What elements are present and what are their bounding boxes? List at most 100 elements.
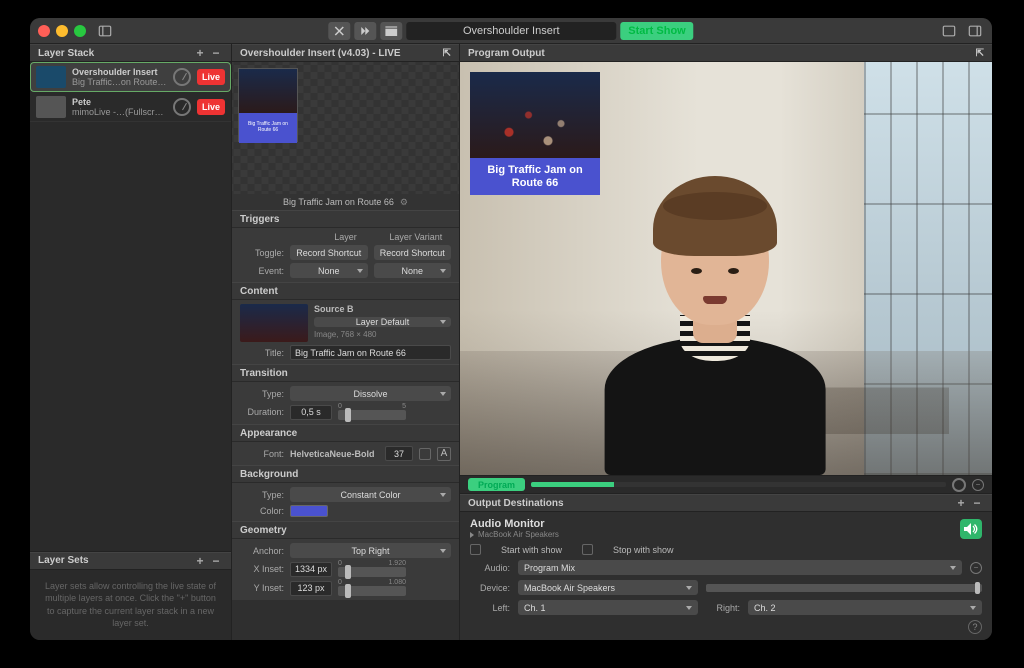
content-source-size: Image, 768 × 480 (314, 330, 451, 339)
layout-icon-a[interactable] (940, 22, 958, 40)
inspector-title: Overshoulder Insert (v4.03) - LIVE (240, 48, 401, 59)
trigger-event-layer-select[interactable]: None (290, 263, 368, 278)
program-mix-badge[interactable]: Program (468, 478, 525, 491)
background-color-label: Color: (240, 506, 284, 516)
transition-type-select[interactable]: Dissolve (290, 386, 451, 401)
output-destinations-header: Output Destinations + − (460, 494, 992, 512)
geometry-xinset-input[interactable]: 1334 px (290, 562, 332, 577)
appearance-font-checkbox[interactable] (419, 448, 431, 460)
output-add-button[interactable]: + (954, 496, 968, 510)
layer-set-remove-button[interactable]: − (209, 554, 223, 568)
output-remove-button[interactable]: − (970, 496, 984, 510)
live-toggle-button[interactable]: Live (197, 99, 225, 115)
geometry-yinset-input[interactable]: 123 px (290, 581, 332, 596)
layer-item-overshoulder[interactable]: Overshoulder Insert Big Traffic…on Route… (30, 62, 231, 92)
geometry-anchor-select[interactable]: Top Right (290, 543, 451, 558)
yinset-slider-max: 1.080 (388, 579, 406, 586)
yinset-slider-min: 0 (338, 579, 342, 586)
popout-icon[interactable]: ⇱ (443, 48, 451, 59)
start-with-show-label: Start with show (501, 545, 562, 555)
audio-mute-button[interactable]: − (970, 562, 982, 574)
play-button[interactable] (354, 22, 376, 40)
content-section-header: Content (232, 282, 459, 300)
audio-mix-select[interactable]: Program Mix (518, 560, 962, 575)
layer-item-pete[interactable]: Pete mimoLive -…(Fullscreen) Live (30, 92, 231, 122)
close-window-button[interactable] (38, 25, 50, 37)
transition-duration-slider[interactable] (338, 410, 406, 420)
duration-slider-max: 5 (402, 403, 406, 410)
program-audio-bar: Program − (460, 475, 992, 493)
font-picker-button[interactable]: A (437, 447, 451, 461)
titlebar: Overshoulder Insert Start Show (30, 18, 992, 44)
audio-monitor-subtitle[interactable]: MacBook Air Speakers (470, 530, 559, 539)
visibility-toggle-icon[interactable] (173, 68, 191, 86)
trigger-toggle-variant-button[interactable]: Record Shortcut (374, 245, 452, 260)
overshoulder-insert-box: Big Traffic Jam on Route 66 (470, 72, 600, 195)
xinset-slider-min: 0 (338, 560, 342, 567)
layer-title: Pete (72, 97, 167, 107)
content-source-select[interactable]: Layer Default (314, 317, 451, 327)
xinset-slider-max: 1.920 (388, 560, 406, 567)
layout-icon-b[interactable] (966, 22, 984, 40)
background-type-select[interactable]: Constant Color (290, 487, 451, 502)
audio-label: Audio: (470, 563, 510, 573)
start-show-button[interactable]: Start Show (620, 22, 693, 40)
layer-subtitle: mimoLive -…(Fullscreen) (72, 107, 167, 117)
clapper-icon[interactable] (380, 22, 402, 40)
channel-right-label: Right: (706, 603, 740, 613)
inspector-header: Overshoulder Insert (v4.03) - LIVE ⇱ (232, 44, 459, 62)
close-document-button[interactable] (328, 22, 350, 40)
help-icon[interactable]: ? (968, 620, 982, 634)
preview-caption-text: Big Traffic Jam on Route 66 (283, 197, 394, 207)
geometry-yinset-slider[interactable] (338, 586, 406, 596)
layer-sets-header: Layer Sets + − (30, 552, 231, 570)
sidebar-toggle-icon[interactable] (96, 22, 114, 40)
stop-with-show-label: Stop with show (613, 545, 674, 555)
content-title-input[interactable]: Big Traffic Jam on Route 66 (290, 345, 451, 360)
device-label: Device: (470, 583, 510, 593)
appearance-font-size-input[interactable]: 37 (385, 446, 413, 461)
layer-thumbnail (36, 96, 66, 118)
layer-sets-title: Layer Sets (38, 555, 89, 566)
minimize-window-button[interactable] (56, 25, 68, 37)
visibility-toggle-icon[interactable] (173, 98, 191, 116)
device-volume-slider[interactable] (706, 584, 982, 592)
geometry-yinset-label: Y Inset: (240, 583, 284, 593)
geometry-anchor-label: Anchor: (240, 546, 284, 556)
content-source-thumbnail[interactable] (240, 304, 308, 342)
layer-thumbnail (36, 66, 66, 88)
geometry-xinset-slider[interactable] (338, 567, 406, 577)
gear-icon[interactable]: ⚙ (400, 197, 408, 208)
document-title: Overshoulder Insert (406, 22, 616, 40)
layer-sets-hint: Layer sets allow controlling the live st… (30, 570, 231, 640)
layer-remove-button[interactable]: − (209, 46, 223, 60)
popout-icon[interactable]: ⇱ (976, 48, 984, 59)
layer-set-add-button[interactable]: + (193, 554, 207, 568)
program-volume-knob[interactable] (952, 478, 966, 492)
trigger-toggle-layer-button[interactable]: Record Shortcut (290, 245, 368, 260)
content-title-label: Title: (240, 348, 284, 358)
stop-with-show-checkbox[interactable] (582, 544, 593, 555)
layer-title: Overshoulder Insert (72, 67, 167, 77)
trigger-event-variant-select[interactable]: None (374, 263, 452, 278)
zoom-window-button[interactable] (74, 25, 86, 37)
program-mute-button[interactable]: − (972, 479, 984, 491)
layer-list: Overshoulder Insert Big Traffic…on Route… (30, 62, 231, 551)
background-color-swatch[interactable] (290, 505, 328, 517)
speaker-icon[interactable] (960, 519, 982, 539)
presenter-video (595, 175, 835, 475)
channel-right-select[interactable]: Ch. 2 (748, 600, 982, 615)
program-audio-meter (531, 482, 946, 487)
layer-subtitle: Big Traffic…on Route 66 (72, 77, 167, 87)
device-select[interactable]: MacBook Air Speakers (518, 580, 698, 595)
duration-slider-min: 0 (338, 403, 342, 410)
layer-add-button[interactable]: + (193, 46, 207, 60)
geometry-xinset-label: X Inset: (240, 564, 284, 574)
layer-stack-title: Layer Stack (38, 48, 94, 59)
start-with-show-checkbox[interactable] (470, 544, 481, 555)
layer-stack-header: Layer Stack + − (30, 44, 231, 62)
transition-duration-input[interactable]: 0,5 s (290, 405, 332, 420)
channel-left-select[interactable]: Ch. 1 (518, 600, 698, 615)
live-toggle-button[interactable]: Live (197, 69, 225, 85)
channel-left-label: Left: (470, 603, 510, 613)
